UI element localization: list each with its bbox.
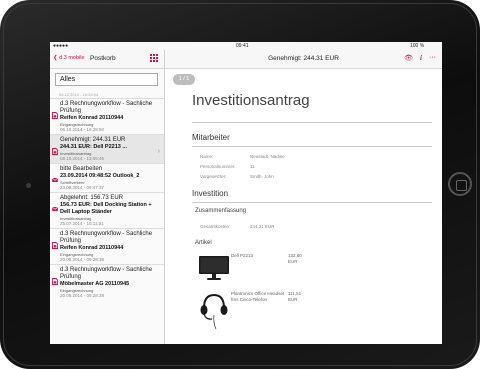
filter-select[interactable]: Alles bbox=[55, 73, 158, 86]
document-icon bbox=[52, 148, 58, 155]
back-button-label: d.3 mobile bbox=[59, 55, 85, 61]
document-heading: Investitionsantrag bbox=[192, 92, 310, 109]
document-icon bbox=[52, 242, 58, 249]
investment-heading: Investition bbox=[192, 189, 229, 198]
employee-heading: Mitarbeiter bbox=[192, 133, 230, 142]
page-indicator: 1 / 1 bbox=[173, 74, 195, 85]
employee-number-row: Personalnummer: 11 bbox=[200, 164, 255, 169]
document-icon bbox=[52, 278, 58, 285]
article-currency: EUR bbox=[288, 297, 298, 302]
sidebar-navbar: ❮ d.3 mobile Postkorb bbox=[50, 50, 164, 69]
grid-icon[interactable] bbox=[150, 54, 159, 63]
inbox-item[interactable]: d.3 Rechnungworkflow - Sachliche Prüfung… bbox=[50, 98, 164, 134]
employee-name-row: Name: Neustadt, Nadine bbox=[200, 154, 285, 159]
field-label: Vorgesetzter: bbox=[200, 174, 227, 179]
field-label: Name: bbox=[200, 154, 214, 159]
detail-actions: 👁︎ i ··· bbox=[404, 54, 436, 62]
total-cost-row: Gesamtkosten: 244,31 EUR bbox=[200, 224, 275, 229]
field-value: Smith, John bbox=[250, 174, 274, 179]
inbox-item-title: d.3 Rechnungworkflow - Sachliche Prüfung bbox=[60, 267, 153, 280]
article-currency: EUR bbox=[288, 259, 298, 264]
headset-image bbox=[200, 293, 228, 330]
inbox-item-date: 25.07.2014 - 10:11:51 bbox=[60, 221, 104, 226]
divider bbox=[192, 202, 432, 203]
signal-strength: ●●●●● bbox=[53, 43, 69, 49]
inbox-item-date: 23.09.2014 - 09:47:37 bbox=[60, 185, 105, 190]
status-time: 09:41 bbox=[236, 43, 249, 49]
chevron-right-icon: › bbox=[157, 148, 160, 155]
info-icon[interactable]: i bbox=[420, 54, 422, 62]
sidebar-title: Postkorb bbox=[90, 55, 116, 62]
eye-icon[interactable]: 👁︎ bbox=[404, 54, 413, 62]
inbox-item-date: 08.10.2014 - 13:05:46 bbox=[60, 156, 105, 161]
document-icon bbox=[52, 112, 58, 119]
inbox-item-title: Abgelehnt: 156.73 EUR bbox=[60, 195, 124, 201]
detail-title: Genehmigt: 244.31 EUR bbox=[268, 55, 339, 62]
inbox-item-subject: Reifen Konrad 20110944 bbox=[60, 115, 124, 121]
inbox-item-date: 06.10.2014 - 16:28:50 bbox=[60, 127, 105, 132]
inbox-item-subject: 156.73 EUR: Dell Docking Station + Dell … bbox=[60, 202, 152, 215]
inbox-item-title: Genehmigt: 244.31 EUR bbox=[60, 137, 126, 143]
back-button[interactable]: ❮ d.3 mobile bbox=[53, 55, 85, 61]
home-button[interactable] bbox=[448, 172, 472, 196]
monitor-image bbox=[199, 256, 229, 280]
mail-icon bbox=[52, 206, 58, 212]
field-value: Neustadt, Nadine bbox=[250, 154, 285, 159]
supervisor-row: Vorgesetzter: Smith, John bbox=[200, 174, 274, 179]
divider bbox=[192, 122, 432, 123]
inbox-item[interactable]: Genehmigt: 244.31 EUR 244.31 EUR: Dell P2… bbox=[50, 134, 164, 163]
app-screen: ●●●●● 09:41 100 % ❮ d.3 mobile Postkorb … bbox=[50, 42, 442, 344]
inbox-item[interactable]: bitte Bearbeiten 23.09.2014 09:48:52 Outl… bbox=[50, 163, 164, 192]
inbox-item[interactable]: d.3 Rechnungworkflow - Sachliche Prüfung… bbox=[50, 228, 164, 264]
field-value: 11 bbox=[250, 164, 255, 169]
battery-level: 100 % bbox=[410, 43, 425, 49]
ipad-device: ●●●●● 09:41 100 % ❮ d.3 mobile Postkorb … bbox=[0, 0, 480, 369]
inbox-item[interactable]: Abgelehnt: 156.73 EUR 156.73 EUR: Dell Do… bbox=[50, 192, 164, 228]
article-name: Dell P2213 bbox=[231, 253, 254, 258]
field-value: 244,31 EUR bbox=[250, 224, 275, 229]
more-icon[interactable]: ··· bbox=[429, 54, 436, 62]
inbox-list: 06.12.2014 - 16:28:04 d.3 Rechnungworkfl… bbox=[50, 92, 164, 300]
inbox-item-subject: Reifen Konrad 20110944 bbox=[60, 245, 124, 251]
home-square-icon bbox=[456, 180, 467, 191]
inbox-item-subject: 244.31 EUR: Dell P2213 ... bbox=[60, 144, 127, 150]
inbox-item-title: d.3 Rechnungworkflow - Sachliche Prüfung bbox=[60, 101, 153, 114]
articles-heading: Artikel bbox=[195, 240, 212, 246]
detail-navbar: Genehmigt: 244.31 EUR 👁︎ i ··· bbox=[165, 50, 442, 69]
inbox-item-date: 20.08.2014 - 09:28:38 bbox=[60, 293, 105, 298]
summary-heading: Zusammenfassung bbox=[195, 208, 247, 214]
divider bbox=[192, 146, 432, 147]
detail-pane: Genehmigt: 244.31 EUR 👁︎ i ··· 1 / 1 Inv… bbox=[165, 50, 442, 344]
inbox-item-date: 20.08.2014 - 09:28:38 bbox=[60, 257, 105, 262]
inbox-item-subject: 23.09.2014 09:48:52 Outlook_2 bbox=[60, 173, 140, 179]
inbox-sidebar: ❮ d.3 mobile Postkorb Alles 06.12.2014 -… bbox=[50, 50, 165, 344]
status-bar: ●●●●● 09:41 100 % bbox=[50, 42, 442, 50]
inbox-item-title: d.3 Rechnungworkflow - Sachliche Prüfung bbox=[60, 231, 153, 244]
inbox-item[interactable]: d.3 Rechnungworkflow - Sachliche Prüfung… bbox=[50, 264, 164, 300]
front-camera bbox=[26, 183, 31, 188]
article-name: Plantronics Office Headset fürs Cisco-Te… bbox=[231, 291, 285, 302]
inbox-item-title: bitte Bearbeiten bbox=[60, 166, 103, 172]
mail-icon bbox=[52, 177, 58, 183]
field-label: Gesamtkosten: bbox=[200, 224, 231, 229]
inbox-item-subject: Möbelmaster AG 20110945 bbox=[60, 281, 130, 287]
field-label: Personalnummer: bbox=[200, 164, 236, 169]
